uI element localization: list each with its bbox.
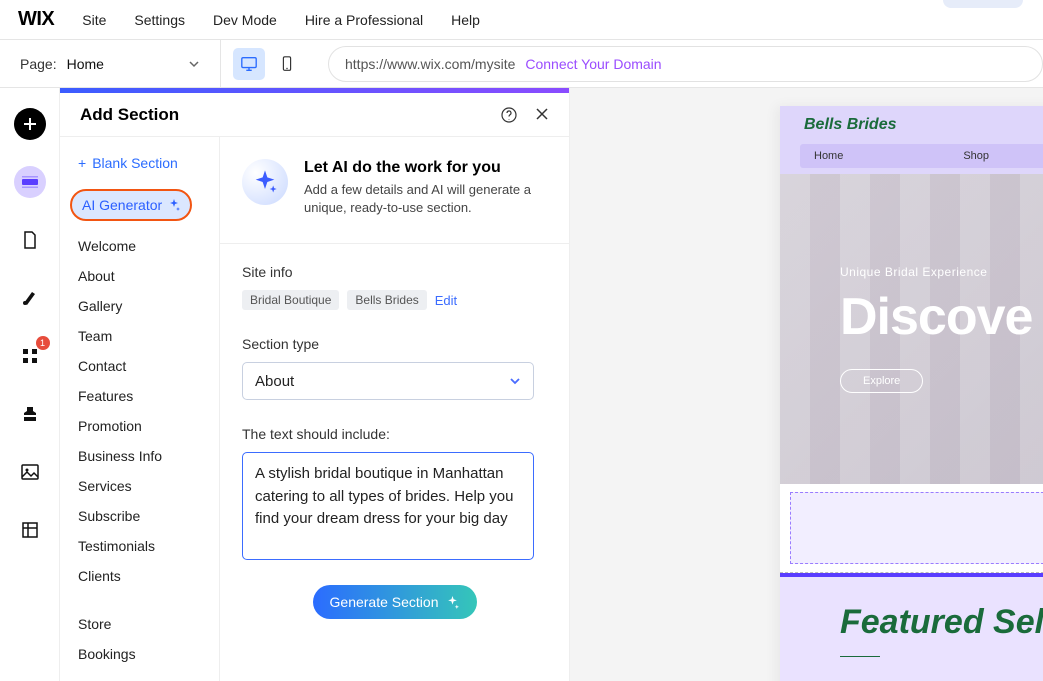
hero-tagline: Unique Bridal Experience [840, 265, 1043, 279]
section-drop-zone[interactable] [790, 492, 1043, 564]
page-value: Home [67, 56, 104, 72]
menu-help[interactable]: Help [451, 12, 480, 28]
desktop-view-button[interactable] [233, 48, 265, 80]
menu-dev-mode[interactable]: Dev Mode [213, 12, 277, 28]
generate-label: Generate Section [330, 594, 439, 610]
wix-logo: WIX [18, 8, 54, 31]
device-switcher [220, 40, 320, 87]
text-include-label: The text should include: [242, 426, 547, 442]
page-selector[interactable]: Page: Home [0, 56, 220, 72]
panel-title: Add Section [80, 105, 179, 125]
chevron-down-icon [188, 58, 200, 70]
ai-generator-label: AI Generator [82, 197, 162, 213]
featured-heading: Featured Sel [840, 603, 1043, 642]
section-type-select[interactable]: About [242, 362, 534, 400]
apps-badge: 1 [36, 336, 50, 350]
menu-hire-pro[interactable]: Hire a Professional [305, 12, 423, 28]
category-features[interactable]: Features [60, 381, 219, 411]
media-button[interactable] [14, 456, 46, 488]
site-url: https://www.wix.com/mysite [345, 56, 515, 72]
category-subscribe[interactable]: Subscribe [60, 501, 219, 531]
edit-site-info-link[interactable]: Edit [435, 293, 457, 308]
apps-button[interactable]: 1 [14, 340, 46, 372]
site-brand-title: Bells Brides [804, 116, 1043, 134]
category-business-info[interactable]: Business Info [60, 441, 219, 471]
mobile-view-button[interactable] [271, 48, 303, 80]
ai-generator-form: Let AI do the work for you Add a few det… [220, 137, 569, 681]
ai-hero-desc: Add a few details and AI will generate a… [304, 181, 547, 217]
category-list: + Blank Section AI Generator Welcome Abo… [60, 137, 220, 681]
tag-bells-brides: Bells Brides [347, 290, 426, 310]
section-type-label: Section type [242, 336, 547, 352]
pages-button[interactable] [14, 224, 46, 256]
blank-section-label: Blank Section [92, 155, 178, 171]
content-manager-button[interactable] [14, 514, 46, 546]
site-info-label: Site info [242, 264, 547, 280]
editor-toolbar: Page: Home https://www.wix.com/mysite Co… [0, 40, 1043, 88]
nav-shop[interactable]: Shop [963, 150, 989, 162]
top-menu-bar: WIX Site Settings Dev Mode Hire a Profes… [0, 0, 1043, 40]
page-label: Page: [20, 56, 57, 72]
plus-icon: + [78, 155, 86, 171]
tag-bridal-boutique: Bridal Boutique [242, 290, 339, 310]
category-about[interactable]: About [60, 261, 219, 291]
help-icon[interactable] [501, 107, 517, 123]
site-preview[interactable]: Bells Brides Home Shop Unique Bridal Exp… [780, 106, 1043, 681]
sparkle-icon [168, 199, 180, 211]
generate-section-button[interactable]: Generate Section [313, 585, 477, 619]
category-ai-generator[interactable]: AI Generator [70, 189, 192, 221]
nav-home[interactable]: Home [814, 150, 843, 162]
hero-heading: Discove [840, 287, 1043, 347]
editor-canvas[interactable]: Bells Brides Home Shop Unique Bridal Exp… [570, 88, 1043, 681]
category-contact[interactable]: Contact [60, 351, 219, 381]
category-gallery[interactable]: Gallery [60, 291, 219, 321]
category-promotion[interactable]: Promotion [60, 411, 219, 441]
ai-hero-title: Let AI do the work for you [304, 159, 547, 177]
design-button[interactable] [14, 282, 46, 314]
section-type-value: About [255, 373, 294, 390]
text-include-input[interactable] [242, 452, 534, 560]
add-section-button[interactable] [14, 166, 46, 198]
hero-section[interactable]: Unique Bridal Experience Discove Explore [780, 174, 1043, 484]
url-bar[interactable]: https://www.wix.com/mysite Connect Your … [328, 46, 1043, 82]
add-section-panel: Add Section + Blank Section AI Generator [60, 88, 570, 681]
category-clients[interactable]: Clients [60, 561, 219, 591]
close-icon[interactable] [535, 107, 549, 123]
connect-domain-link[interactable]: Connect Your Domain [525, 56, 661, 72]
menu-site[interactable]: Site [82, 12, 106, 28]
category-welcome[interactable]: Welcome [60, 231, 219, 261]
ai-sparkle-icon [242, 159, 288, 205]
app-market-button[interactable] [14, 398, 46, 430]
blank-section-button[interactable]: + Blank Section [60, 149, 219, 185]
category-bookings[interactable]: Bookings [60, 639, 219, 669]
category-team[interactable]: Team [60, 321, 219, 351]
featured-section[interactable]: Featured Sel [780, 573, 1043, 681]
category-services[interactable]: Services [60, 471, 219, 501]
sparkle-icon [446, 596, 459, 609]
category-store[interactable]: Store [60, 609, 219, 639]
category-testimonials[interactable]: Testimonials [60, 531, 219, 561]
hero-cta-button[interactable]: Explore [840, 369, 923, 393]
left-tool-rail: 1 [0, 88, 60, 681]
add-elements-button[interactable] [14, 108, 46, 140]
menu-settings[interactable]: Settings [134, 12, 185, 28]
chevron-down-icon [509, 375, 521, 387]
